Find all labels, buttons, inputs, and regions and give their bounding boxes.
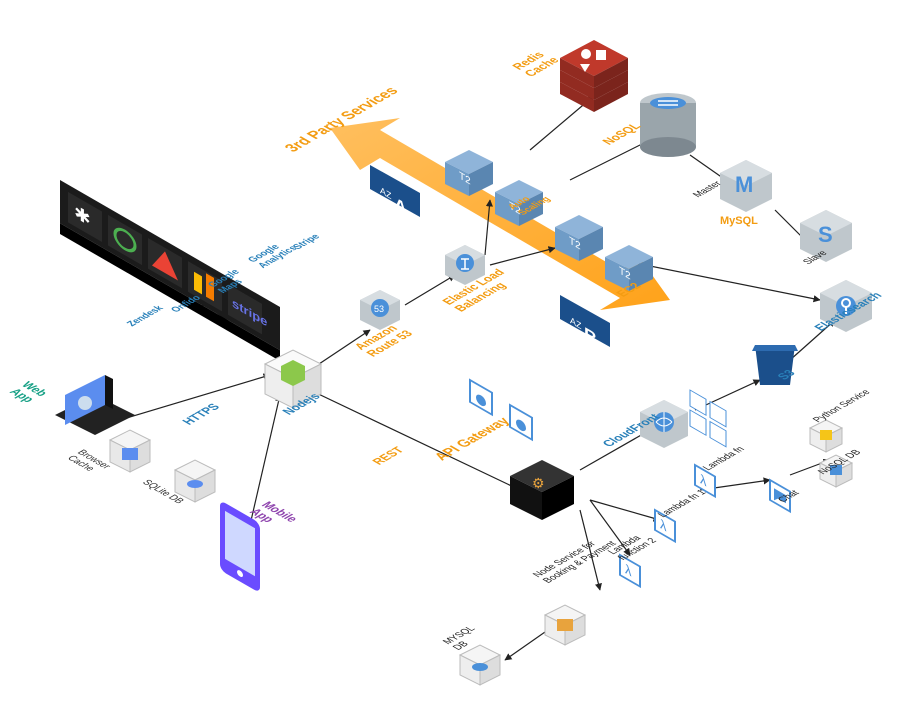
third-party-bar: ✱ stripe [60, 180, 280, 361]
redis-icon [560, 40, 628, 112]
mysql-label: MySQL [720, 215, 758, 227]
laptop-icon [55, 375, 135, 435]
mysql-db-icon [460, 645, 500, 685]
python-service-icon [810, 420, 842, 452]
az-b-badge: AZ B [560, 295, 610, 351]
browser-cache-icon [110, 430, 150, 472]
nosql-icon [640, 93, 696, 157]
svg-text:S: S [818, 222, 833, 247]
architecture-diagram: ✱ stripe [0, 0, 918, 716]
svg-text:⚙: ⚙ [532, 475, 545, 491]
lambda-icons: λ λ λ [620, 465, 715, 587]
svg-text:53: 53 [374, 304, 384, 314]
node-booking-icon [545, 605, 585, 645]
mysql-master-icon: M [720, 160, 772, 212]
api-gateway-icon: ⚙ [510, 460, 574, 520]
svg-text:M: M [735, 172, 753, 197]
